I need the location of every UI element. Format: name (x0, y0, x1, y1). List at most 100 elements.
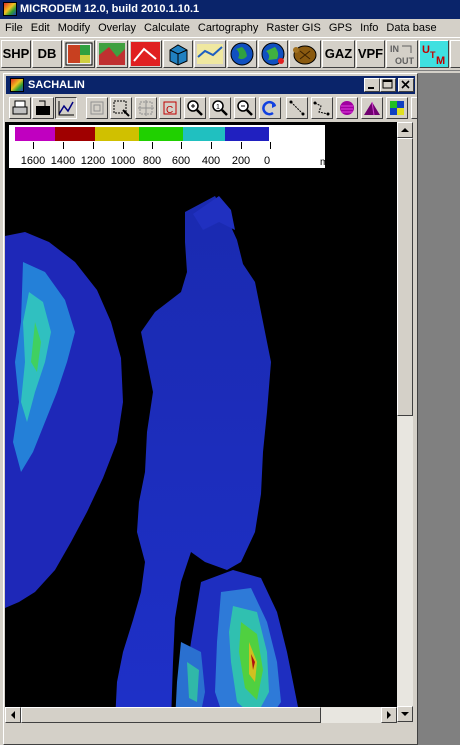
recenter-icon: C (163, 101, 177, 116)
app-title-bar: MICRODEM 12.0, build 2010.1.10.1 (0, 0, 460, 19)
legend-label: 400 (201, 155, 221, 167)
globe-icon (230, 42, 254, 66)
printer-icon (12, 100, 28, 115)
region-select-icon (90, 101, 104, 115)
copy-map-button[interactable] (32, 97, 54, 119)
menu-raster-gis[interactable]: Raster GIS (262, 19, 324, 37)
dem-map-icon (65, 42, 93, 66)
world-map-button[interactable] (258, 40, 288, 68)
open-3d-button[interactable] (163, 40, 193, 68)
maximize-icon (382, 79, 393, 89)
menu-data-base[interactable]: Data base (382, 19, 440, 37)
vertical-scroll-thumb[interactable] (397, 138, 413, 416)
vpf-button[interactable]: VPF (356, 40, 385, 68)
overlay-icon (340, 101, 354, 115)
arrow-down-icon (401, 712, 409, 716)
scroll-down-button[interactable] (397, 706, 413, 722)
zoom-in-button[interactable] (184, 97, 206, 119)
horizontal-scrollbar[interactable] (5, 707, 397, 723)
db-button[interactable]: DB (32, 40, 62, 68)
select-region-button[interactable] (86, 97, 108, 119)
zoom-out-button[interactable] (234, 97, 256, 119)
maximize-button[interactable] (380, 78, 396, 92)
legend-swatch (183, 127, 225, 141)
path-icon (313, 101, 330, 116)
horizontal-scroll-thumb[interactable] (21, 707, 321, 723)
shp-button[interactable]: SHP (1, 40, 31, 68)
graph-button[interactable] (55, 97, 77, 119)
legend-swatch (225, 127, 269, 141)
svg-text:OUT: OUT (395, 56, 415, 66)
open-map-button[interactable] (129, 40, 162, 68)
perspective-icon (364, 101, 380, 116)
zoom-in-icon (187, 100, 203, 116)
elevation-map[interactable] (5, 122, 397, 722)
menu-overlay[interactable]: Overlay (94, 19, 140, 37)
distance-icon (289, 100, 305, 116)
menu-bar: File Edit Modify Overlay Calculate Cartograph… (0, 19, 460, 37)
menu-info[interactable]: Info (356, 19, 382, 37)
in-out-button[interactable]: IN OUT (386, 40, 418, 68)
legend-tick (152, 142, 153, 149)
legend-label: 1600 (20, 155, 46, 167)
open-image-button[interactable] (96, 40, 128, 68)
scroll-left-button[interactable] (5, 707, 21, 723)
mdi-background (418, 73, 460, 745)
layers-button[interactable] (386, 97, 408, 119)
scroll-up-button[interactable] (397, 122, 413, 138)
toolbar-overflow[interactable] (450, 40, 460, 68)
menu-calculate[interactable]: Calculate (140, 19, 194, 37)
legend-tick (241, 142, 242, 149)
red-map-icon (131, 42, 160, 66)
recenter-button[interactable]: C (159, 97, 181, 119)
globe-red-icon (261, 42, 285, 66)
subset-button[interactable] (135, 97, 157, 119)
open-dem-button[interactable] (63, 40, 95, 68)
vertical-scrollbar[interactable] (397, 122, 413, 722)
app-icon (3, 2, 17, 16)
utm-button[interactable]: UTM (419, 40, 449, 68)
open-shapefile-button[interactable] (194, 40, 226, 68)
legend-swatch (55, 127, 95, 141)
menu-modify[interactable]: Modify (54, 19, 94, 37)
arrow-right-icon (387, 711, 391, 719)
minimize-button[interactable] (364, 78, 380, 92)
svg-text:1: 1 (216, 104, 220, 111)
globe-button[interactable] (227, 40, 257, 68)
menu-cartography[interactable]: Cartography (194, 19, 263, 37)
turtle-icon (293, 45, 317, 65)
close-button[interactable] (398, 78, 414, 92)
app-title: MICRODEM 12.0, build 2010.1.10.1 (20, 3, 200, 15)
legend-label: 800 (142, 155, 162, 167)
perspective-button[interactable] (361, 97, 383, 119)
svg-text:U: U (422, 44, 430, 56)
legend-label: 0 (263, 155, 271, 167)
layers-icon (390, 101, 404, 115)
in-out-icon: IN OUT (390, 44, 415, 66)
map-toolbar: C 1 (6, 95, 417, 121)
legend-swatch (95, 127, 139, 141)
scroll-right-button[interactable] (381, 707, 397, 723)
legend-tick (93, 142, 94, 149)
zoom-full-button[interactable]: 1 (209, 97, 231, 119)
menu-gps[interactable]: GPS (325, 19, 356, 37)
gaz-button[interactable]: GAZ (322, 40, 355, 68)
distance-button[interactable] (286, 97, 308, 119)
zoom-full-icon: 1 (212, 100, 228, 116)
menu-file[interactable]: File (0, 19, 27, 37)
main-toolbar: SHP DB GAZ VPF IN OUT UTM (0, 37, 460, 71)
path-button[interactable] (311, 97, 333, 119)
map-toolbar-overflow[interactable] (411, 97, 417, 119)
copy-map-icon (36, 100, 50, 115)
legend-swatch (15, 127, 55, 141)
elevation-legend: 1600 1400 1200 1000 800 600 400 200 0 m (8, 124, 328, 169)
menu-edit[interactable]: Edit (27, 19, 54, 37)
svg-text:C: C (166, 105, 173, 116)
redraw-button[interactable] (259, 97, 281, 119)
svg-text:IN: IN (390, 44, 399, 54)
map-window-icon (10, 78, 24, 92)
turtle-button[interactable] (289, 40, 321, 68)
print-button[interactable] (9, 97, 31, 119)
zoom-box-button[interactable] (110, 97, 132, 119)
overlay-button[interactable] (336, 97, 358, 119)
